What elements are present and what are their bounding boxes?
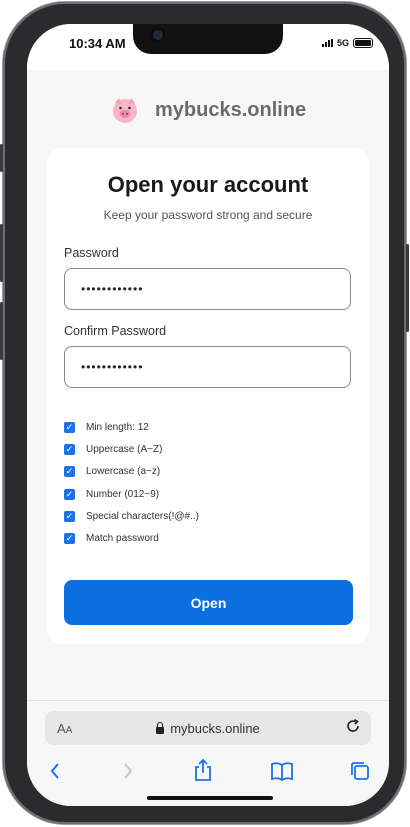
requirement-uppercase: ✓ Uppercase (A~Z) [64,438,199,460]
signal-icon [321,39,333,47]
checkbox-checked-icon[interactable]: ✓ [64,533,75,545]
checkbox-checked-icon[interactable]: ✓ [64,510,75,522]
brand-name: mybucks.online [155,98,307,121]
status-indicators: 5G [321,38,373,48]
url-display[interactable]: mybucks.online [45,721,371,736]
battery-icon [353,38,373,48]
checkbox-checked-icon[interactable]: ✓ [64,443,75,455]
volume-up-button [0,224,3,282]
share-icon[interactable] [193,758,213,782]
checkbox-checked-icon[interactable]: ✓ [64,466,75,478]
reload-icon[interactable] [345,718,361,734]
requirement-label: Min length: 12 [86,421,149,433]
requirement-label: Special characters(!@#..) [86,510,199,522]
back-icon[interactable] [49,762,61,780]
page-subtitle: Keep your password strong and secure [103,208,313,222]
password-input[interactable]: •••••••••••• [64,268,351,310]
requirement-label: Uppercase (A~Z) [86,443,163,455]
lock-icon [156,722,165,734]
requirement-label: Number (012~9) [86,488,160,500]
bookmarks-icon[interactable] [270,761,294,781]
brand-header: mybucks.online [109,94,306,126]
password-label: Password [64,246,119,260]
mute-switch [0,144,3,172]
checkbox-checked-icon[interactable]: ✓ [64,421,75,433]
status-bar: 10:34 AM 5G [27,24,389,70]
status-time: 10:34 AM [69,36,126,51]
requirement-number: ✓ Number (012~9) [64,483,199,505]
forward-icon[interactable] [122,762,134,780]
requirement-label: Match password [86,533,159,545]
camera-icon [153,30,163,40]
power-button [406,244,409,332]
network-label: 5G [336,38,349,48]
requirement-special: ✓ Special characters(!@#..) [64,505,199,527]
nav-bar [27,757,389,789]
requirement-match: ✓ Match password [64,527,199,549]
password-requirements: ✓ Min length: 12 ✓ Uppercase (A~Z) ✓ Low… [64,416,199,550]
requirement-min-length: ✓ Min length: 12 [64,416,199,438]
tabs-icon[interactable] [349,760,371,782]
checkbox-checked-icon[interactable]: ✓ [64,488,75,500]
page-title: Open your account [107,172,309,197]
confirm-password-input[interactable]: •••••••••••• [64,346,351,388]
home-indicator[interactable] [147,796,273,800]
volume-down-button [0,302,3,360]
phone-frame: 10:34 AM 5G mybucks.online Open your acc… [0,2,409,824]
open-button[interactable]: Open [64,580,353,625]
requirement-lowercase: ✓ Lowercase (a~z) [64,461,199,483]
notch [133,24,283,54]
url-text: mybucks.online [170,721,260,736]
requirement-label: Lowercase (a~z) [86,466,161,478]
address-bar[interactable]: AA mybucks.online [45,711,371,745]
confirm-password-label: Confirm Password [64,324,167,338]
browser-toolbar: AA mybucks.online [27,700,389,806]
pig-logo-icon [113,98,137,123]
open-account-card: Open your account Keep your password str… [47,148,369,644]
screen: 10:34 AM 5G mybucks.online Open your acc… [27,24,389,806]
